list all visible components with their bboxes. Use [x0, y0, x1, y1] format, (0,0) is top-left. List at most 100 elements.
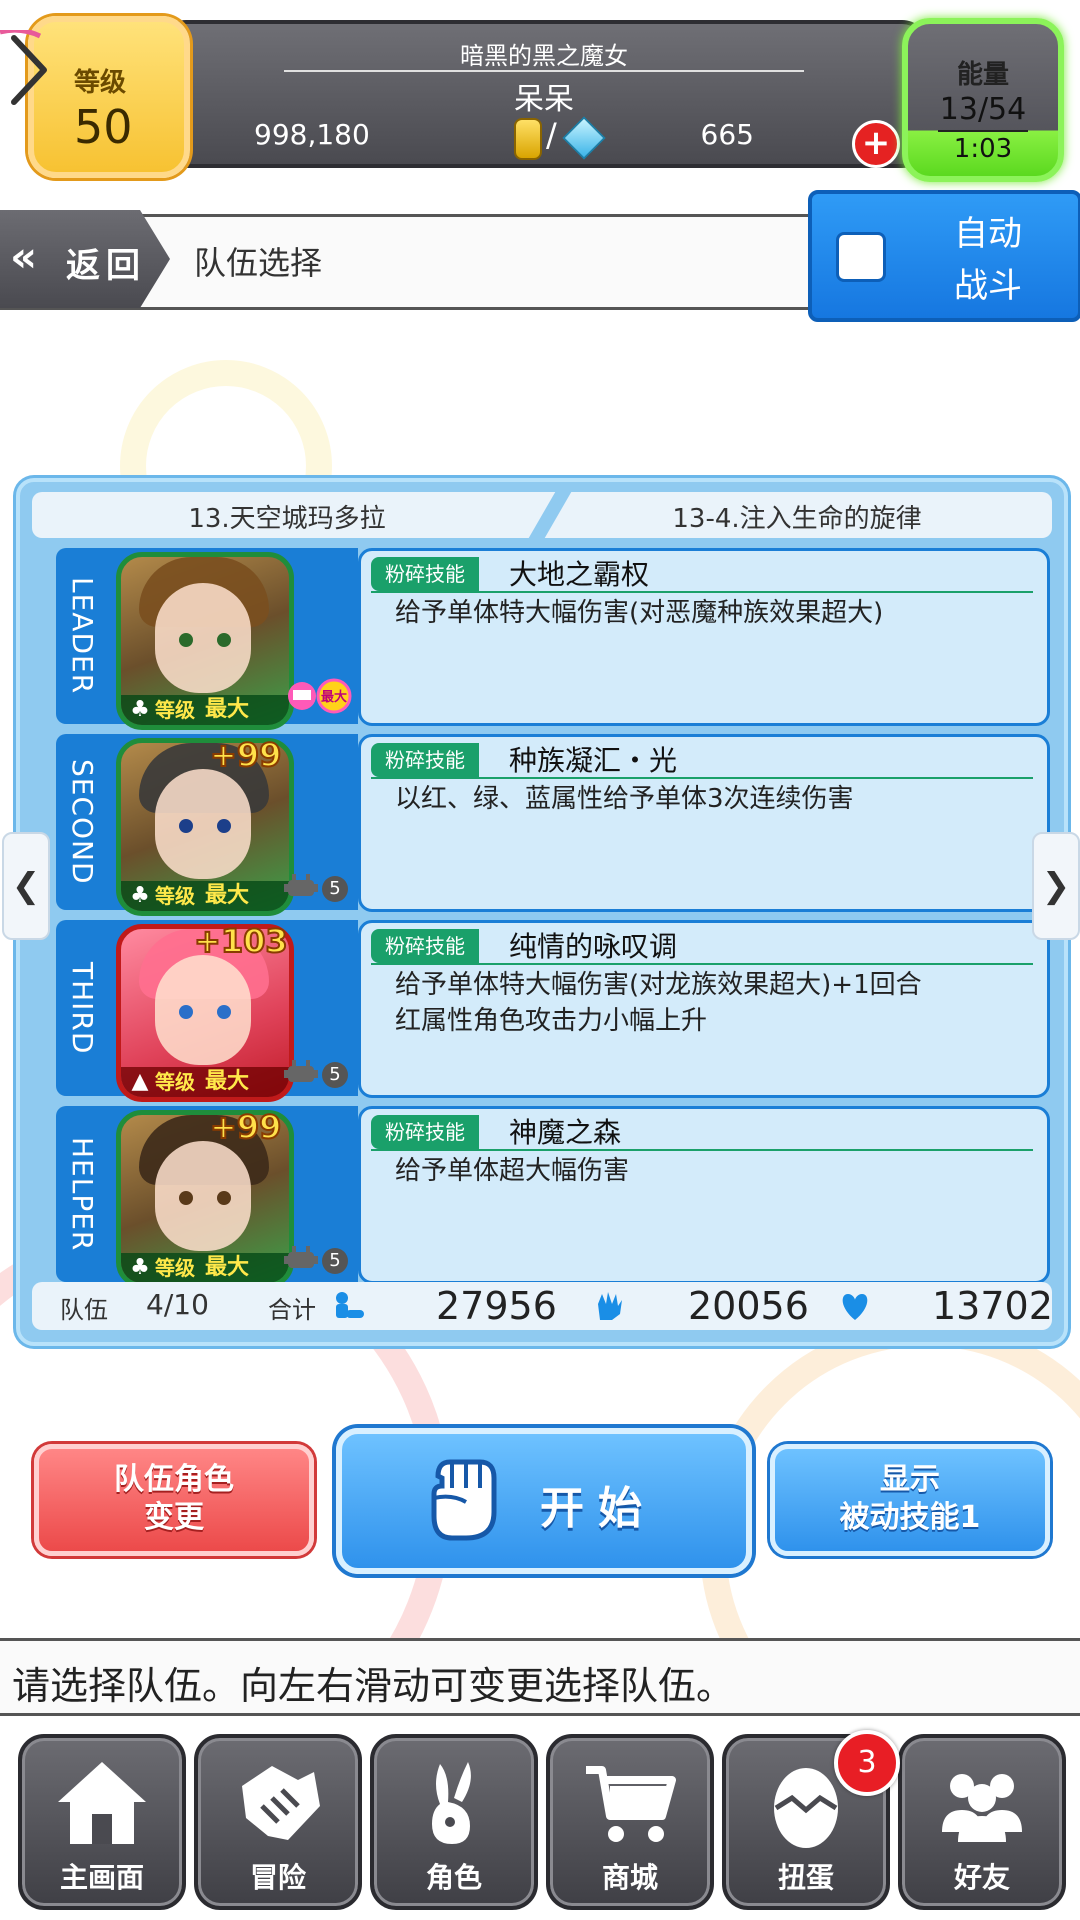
player-title: 暗黑的黑之魔女 — [460, 42, 628, 70]
chevron-left-icon: ❮ — [11, 866, 41, 906]
page-title: 队伍选择 — [194, 244, 323, 282]
slot-label: THIRD — [56, 920, 108, 1096]
nav-character[interactable]: 角色 — [370, 1734, 538, 1910]
auto-battle-label: 自动 战斗 — [954, 214, 1022, 306]
currency-icons: / — [494, 116, 606, 160]
portrait-area: ♣ 等级 最大 最大 — [108, 548, 358, 730]
divider — [938, 130, 1028, 132]
coin-icon — [514, 118, 542, 160]
home-icon — [58, 1762, 146, 1844]
portrait-area: ♣ 等级 最大 +99 5 — [108, 1106, 358, 1288]
next-team-button[interactable]: ❯ — [1032, 832, 1080, 940]
portrait-eye — [179, 819, 193, 833]
portrait-eye — [217, 819, 231, 833]
level-value: 最大 — [205, 1069, 250, 1094]
skill-card: 粉碎技能 种族凝汇・光 以红、绿、蓝属性给予单体3次连续伤害 — [358, 734, 1050, 912]
player-name: 呆呆 — [514, 82, 574, 117]
heart-icon — [838, 1290, 872, 1322]
nav-label: 主画面 — [59, 1861, 144, 1894]
wood-attribute-icon: ♣ — [130, 1255, 150, 1280]
level-label: 等级 — [155, 698, 195, 722]
level-value: 50 — [74, 100, 133, 154]
back-label: 返回 — [66, 246, 146, 286]
nav-home[interactable]: 主画面 — [18, 1734, 186, 1910]
level-value: 最大 — [205, 883, 250, 908]
prev-team-button[interactable]: ❮ — [2, 832, 50, 940]
skill-description: 给予单体超大幅伤害 — [395, 1156, 630, 1186]
show-passive-button[interactable]: 显示 被动技能1 — [770, 1444, 1050, 1556]
plus-value: +99 — [209, 735, 282, 775]
invader-icon — [284, 1244, 318, 1274]
team-member-row[interactable]: SECOND ♣ 等级 最大 +99 5 粉碎技能 种族凝汇・光 以红、绿、蓝属… — [56, 734, 1050, 916]
portrait-area: ▲ 等级 最大 +103 5 — [108, 920, 358, 1102]
back-button[interactable]: « 返回 — [0, 210, 170, 308]
nav-label: 扭蛋 — [777, 1861, 834, 1894]
level-label: 等级 — [74, 68, 127, 98]
slot-label: SECOND — [56, 734, 108, 910]
portrait-eye — [217, 1191, 231, 1205]
chevron-right-icon: ❯ — [1041, 866, 1071, 906]
energy-meter: 能量 13/54 1:03 — [902, 18, 1064, 182]
skill-card: 粉碎技能 大地之霸权 给予单体特大幅伤害(对恶魔种族效果超大) — [358, 548, 1050, 726]
skill-card: 粉碎技能 纯情的咏叹调 给予单体特大幅伤害(对龙族效果超大)+1回合 红属性角色… — [358, 920, 1050, 1098]
player-info-bar: 暗黑的黑之魔女 呆呆 998,180 / 665 + — [160, 20, 928, 168]
count-badge: 5 — [322, 1062, 348, 1088]
divider — [371, 591, 1033, 593]
team-member-row[interactable]: LEADER ♣ 等级 最大 最大 粉碎技能 大地之霸权 给予单体特大幅伤害(对… — [56, 548, 1050, 730]
checkbox-icon[interactable] — [836, 232, 886, 282]
hp-icon — [332, 1290, 366, 1322]
fire-attribute-icon: ▲ — [131, 1069, 149, 1094]
coin-count: 998,180 — [254, 118, 370, 151]
change-member-label: 队伍角色 变更 — [114, 1462, 234, 1535]
team-label: 队伍 — [60, 1296, 108, 1324]
fist-icon — [422, 1454, 502, 1544]
double-chevron-left-icon: « — [10, 232, 38, 281]
gem-count: 665 — [700, 118, 754, 151]
nav-shop[interactable]: 商城 — [546, 1734, 714, 1910]
portrait-face — [155, 769, 251, 879]
divider — [371, 1149, 1033, 1151]
show-passive-label: 显示 被动技能1 — [839, 1462, 981, 1535]
invader-icon — [284, 1058, 318, 1088]
level-label: 等级 — [155, 884, 195, 908]
portrait-eye — [179, 633, 193, 647]
slot-label: HELPER — [56, 1106, 108, 1282]
level-value: 最大 — [205, 1255, 250, 1280]
portrait-eye — [217, 1005, 231, 1019]
change-member-button[interactable]: 队伍角色 变更 — [34, 1444, 314, 1556]
bottom-nav: 主画面 冒险 角色 商城 扭蛋 好友 — [0, 1716, 1080, 1920]
skill-tag: 粉碎技能 — [371, 1115, 479, 1149]
cart-icon — [586, 1766, 676, 1842]
start-button[interactable]: 开始 — [336, 1428, 752, 1574]
hp-total: 27956 — [436, 1284, 557, 1328]
stage-info: 13.天空城玛多拉 13-4.注入生命的旋律 — [32, 492, 1052, 538]
divider — [371, 963, 1033, 965]
stage-area: 13.天空城玛多拉 — [188, 504, 386, 534]
hint-bar: 请选择队伍。向左右滑动可变更选择队伍。 — [0, 1638, 1080, 1716]
team-member-row[interactable]: HELPER ♣ 等级 最大 +99 5 粉碎技能 神魔之森 给予单体超大幅伤害 — [56, 1106, 1050, 1288]
team-value: 4/10 — [146, 1288, 209, 1321]
nav-friends[interactable]: 好友 — [898, 1734, 1066, 1910]
nav-adventure[interactable]: 冒险 — [194, 1734, 362, 1910]
auto-battle-toggle[interactable]: 自动 战斗 — [808, 190, 1080, 322]
divider — [371, 777, 1033, 779]
add-currency-button[interactable]: + — [852, 120, 900, 168]
team-member-row[interactable]: THIRD ▲ 等级 最大 +103 5 粉碎技能 纯情的咏叹调 给予单体特大幅… — [56, 920, 1050, 1102]
portrait-face — [155, 583, 251, 693]
notification-badge: 3 — [834, 1730, 900, 1796]
heal-total: 13702 — [932, 1284, 1053, 1328]
character-portrait[interactable]: ♣ 等级 最大 — [116, 552, 294, 730]
portrait-eye — [179, 1191, 193, 1205]
slot-label: LEADER — [56, 548, 108, 724]
friends-icon — [942, 1774, 1022, 1842]
side-menu-toggle[interactable] — [0, 27, 56, 110]
stage-quest: 13-4.注入生命的旋律 — [672, 504, 922, 534]
skill-tag: 粉碎技能 — [371, 743, 479, 777]
skill-card: 粉碎技能 神魔之森 给予单体超大幅伤害 — [358, 1106, 1050, 1284]
skill-name: 种族凝汇・光 — [509, 744, 678, 777]
skill-description: 给予单体特大幅伤害(对龙族效果超大)+1回合 红属性角色攻击力小幅上升 — [395, 970, 922, 1036]
wood-attribute-icon: ♣ — [130, 697, 150, 722]
portrait-area: ♣ 等级 最大 +99 5 — [108, 734, 358, 916]
nav-label: 角色 — [425, 1861, 482, 1894]
max-potential-icon: 最大 — [286, 678, 356, 714]
